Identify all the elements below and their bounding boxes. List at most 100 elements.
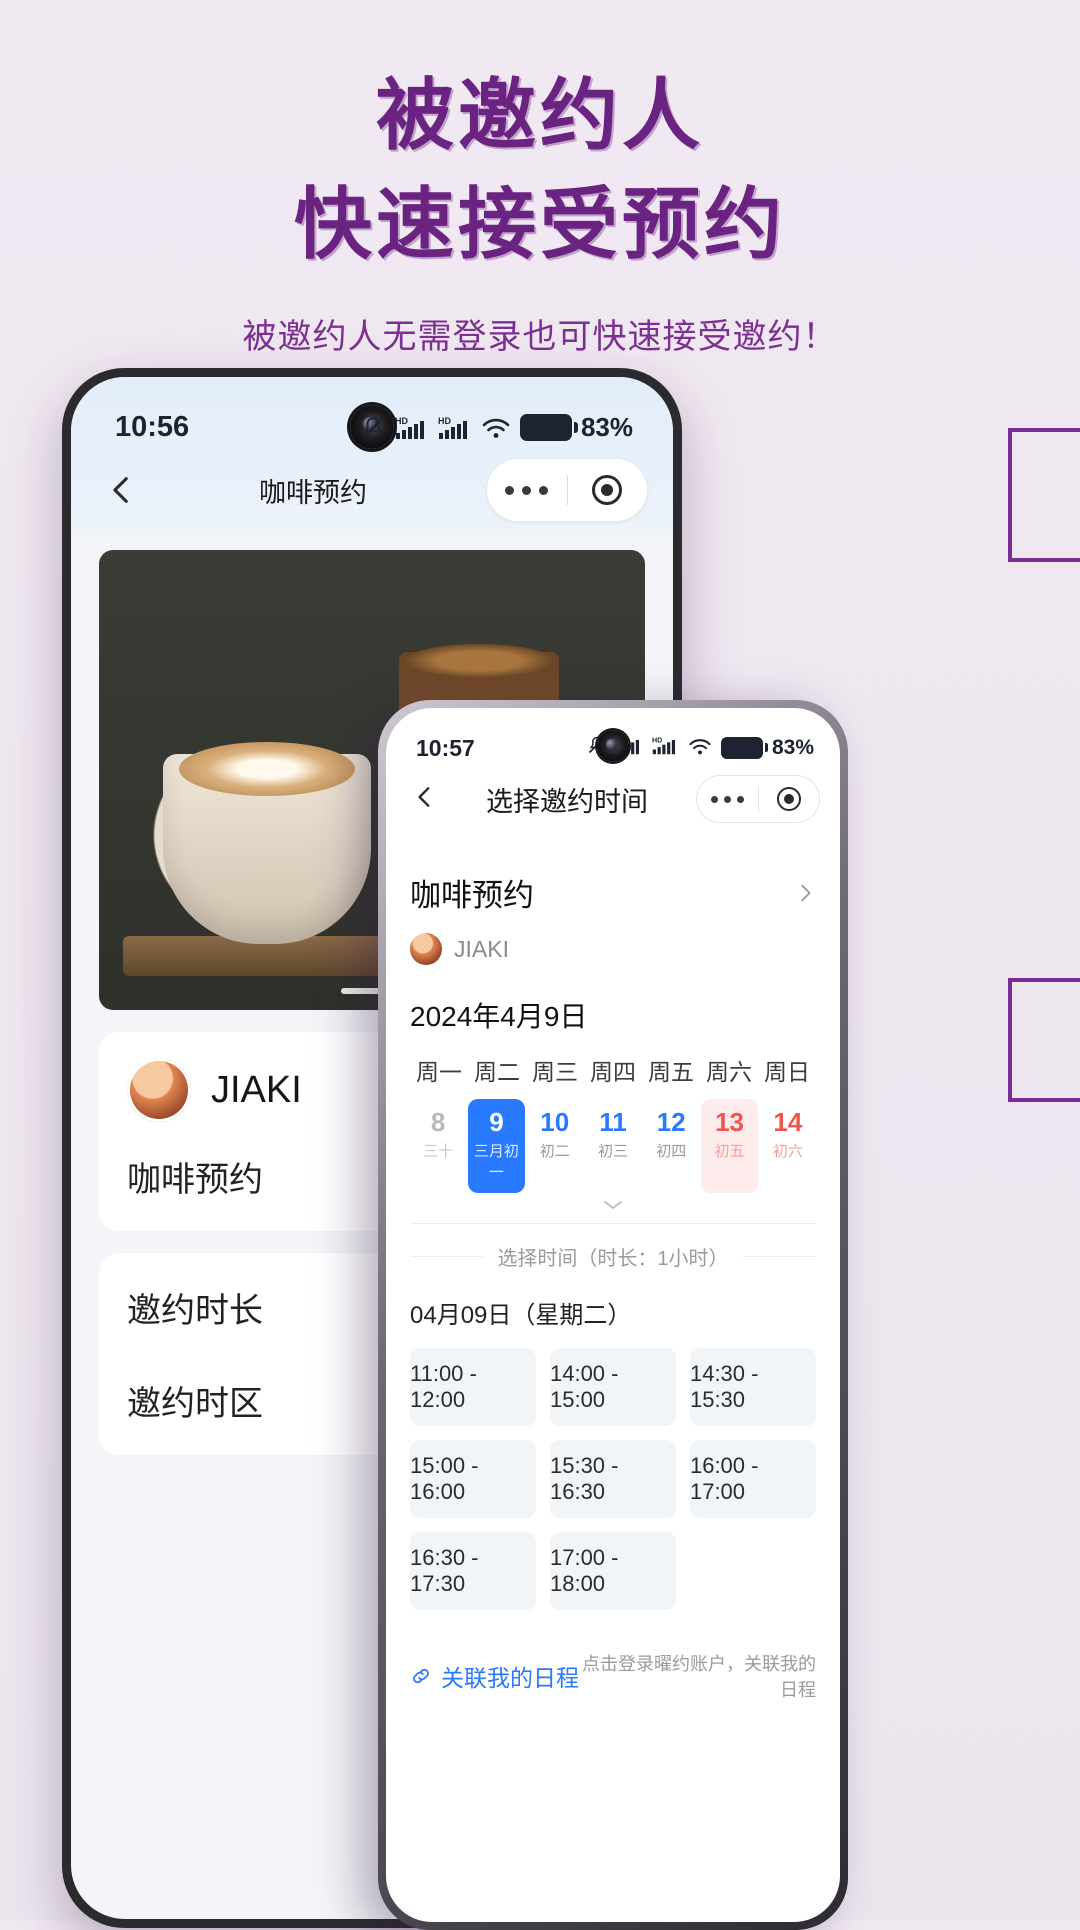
time-slot[interactable]: 17:00 - 18:00 — [549, 1531, 676, 1610]
battery-percent: 83% — [771, 736, 814, 759]
hd-signal-icon-2: HD — [438, 415, 472, 441]
day-number: 10 — [540, 1107, 570, 1137]
promo-header: 被邀约人 快速接受预约 被邀约人无需登录也可快速接受邀约！ — [0, 0, 1080, 358]
svg-text:HD: HD — [438, 416, 451, 426]
time-slot-grid: 11:00 - 12:00 14:00 - 15:00 14:30 - 15:3… — [410, 1347, 816, 1610]
battery-icon — [720, 737, 768, 759]
svg-text:HD: HD — [652, 736, 662, 744]
weekday-label: 周六 — [706, 1059, 752, 1085]
calendar-expand-button[interactable] — [410, 1199, 816, 1213]
calendar-day-cell[interactable]: 13 初五 — [701, 1099, 758, 1193]
mute-icon — [360, 414, 386, 442]
calendar-weekday-row: 周一 周二 周三 周四 周五 周六 周日 — [410, 1053, 816, 1087]
weekday-label: 周日 — [764, 1059, 810, 1085]
weekday-label: 周四 — [590, 1059, 636, 1085]
svg-text:HD: HD — [395, 416, 408, 426]
weekday-label: 周二 — [474, 1059, 520, 1085]
calendar-day-cell[interactable]: 12 初四 — [643, 1099, 699, 1193]
phone1-status-bar: 10:56 HD HD 83% — [71, 377, 673, 449]
mini-program-capsule[interactable] — [696, 775, 820, 823]
time-slot[interactable]: 14:30 - 15:30 — [689, 1347, 816, 1426]
phone2-screen: 10:57 HD HD 83% — [386, 708, 840, 1922]
close-target-icon[interactable] — [759, 787, 820, 811]
meeting-header-row[interactable]: 咖啡预约 — [410, 870, 816, 915]
day-lunar: 初四 — [656, 1142, 687, 1160]
phone2-content: 咖啡预约 JIAKI 2024年4月9日 周一 周二 周三 周四 周五 周六 周… — [386, 870, 840, 1702]
day-lunar: 初六 — [772, 1142, 803, 1160]
link-my-calendar-label: 关联我的日程 — [441, 1664, 579, 1691]
battery-icon — [519, 414, 578, 441]
calendar-day-cell[interactable]: 8 三十 — [410, 1099, 466, 1193]
day-number: 12 — [656, 1107, 686, 1137]
time-slot[interactable]: 16:00 - 17:00 — [689, 1439, 816, 1518]
calendar-day-cell[interactable]: 14 初六 — [760, 1099, 816, 1193]
status-time: 10:56 — [115, 411, 190, 443]
day-number: 9 — [489, 1107, 504, 1137]
more-menu-icon[interactable] — [487, 485, 567, 495]
calendar-day-cell[interactable]: 10 初二 — [527, 1099, 583, 1193]
calendar-day-cell[interactable]: 11 初三 — [585, 1099, 641, 1193]
wifi-icon — [481, 416, 511, 440]
close-target-icon[interactable] — [568, 475, 648, 505]
headline-line-2: 快速接受预约 — [293, 180, 786, 269]
headline-line-1: 被邀约人 — [375, 71, 704, 159]
hint-line-right — [742, 1255, 816, 1257]
latte-cup — [163, 742, 371, 944]
slot-section-hint: 选择时间（时长：1小时） — [410, 1242, 816, 1271]
time-slot[interactable]: 11:00 - 12:00 — [410, 1347, 536, 1426]
status-icons: HD HD 83% — [360, 412, 633, 443]
time-slot[interactable]: 15:30 - 16:30 — [549, 1439, 676, 1518]
battery-percent: 83% — [580, 412, 633, 442]
phone2-page-title: 选择邀约时间 — [486, 786, 648, 817]
hd-signal-icon-1: HD — [395, 415, 429, 441]
calendar-day-cell-selected[interactable]: 9 三月初一 — [468, 1099, 525, 1193]
meeting-title: 咖啡预约 — [410, 878, 534, 913]
calendar-day-row: 8 三十 9 三月初一 10 初二 11 初三 12 初四 13 初五 14 初… — [410, 1099, 816, 1193]
page-title: 被邀约人 快速接受预约 — [0, 71, 1080, 269]
day-lunar: 三十 — [423, 1142, 454, 1160]
day-lunar: 初二 — [539, 1142, 570, 1160]
weekday-label: 周三 — [532, 1059, 578, 1085]
back-icon[interactable] — [412, 784, 438, 815]
more-menu-icon[interactable] — [697, 795, 758, 803]
avatar — [410, 933, 442, 965]
meeting-owner-name: JIAKI — [454, 935, 509, 962]
hd-signal-icon-2: HD — [652, 735, 679, 762]
link-icon — [413, 1668, 429, 1683]
hint-line-left — [410, 1255, 484, 1257]
phone2-footer: 关联我的日程 点击登录曜约账户，关联我的日程 — [410, 1650, 816, 1702]
day-number: 11 — [599, 1107, 627, 1137]
chevron-right-icon[interactable] — [794, 882, 816, 904]
slot-date-label: 04月09日（星期二） — [410, 1301, 632, 1329]
day-lunar: 三月初一 — [473, 1142, 519, 1181]
promo-subtitle: 被邀约人无需登录也可快速接受邀约！ — [242, 317, 838, 356]
phone2-status-bar: 10:57 HD HD 83% — [386, 708, 840, 762]
phone1-page-title: 咖啡预约 — [259, 477, 367, 508]
owner-name: JIAKI — [211, 1068, 302, 1111]
section-divider — [410, 1222, 816, 1224]
phone-front-device: 10:57 HD HD 83% — [378, 700, 848, 1930]
front-camera-punch-hole — [597, 730, 629, 762]
day-number: 8 — [430, 1107, 446, 1137]
status-time: 10:57 — [416, 734, 475, 761]
back-icon[interactable] — [105, 473, 139, 507]
weekday-label: 周一 — [416, 1059, 462, 1085]
time-slot[interactable]: 14:00 - 15:00 — [549, 1347, 676, 1426]
calendar-month-label: 2024年4月9日 — [410, 1001, 588, 1032]
phone2-navigation-bar: 选择邀约时间 — [386, 762, 840, 836]
day-lunar: 初五 — [714, 1142, 745, 1160]
weekday-label: 周五 — [648, 1059, 694, 1085]
meeting-owner-row: JIAKI — [410, 933, 816, 965]
wifi-icon — [688, 735, 712, 762]
mini-program-capsule[interactable] — [487, 459, 647, 521]
chevron-double-down-icon — [604, 1200, 622, 1209]
slot-hint-text: 选择时间（时长：1小时） — [497, 1247, 729, 1270]
avatar — [127, 1058, 191, 1122]
day-number: 14 — [773, 1107, 803, 1137]
day-number: 13 — [715, 1107, 744, 1137]
link-my-calendar-button[interactable]: 关联我的日程 — [410, 1659, 579, 1693]
day-lunar: 初三 — [597, 1142, 628, 1160]
time-slot[interactable]: 15:00 - 16:00 — [410, 1439, 536, 1518]
phone1-navigation-bar: 咖啡预约 — [71, 444, 673, 536]
time-slot[interactable]: 16:30 - 17:30 — [410, 1531, 536, 1610]
